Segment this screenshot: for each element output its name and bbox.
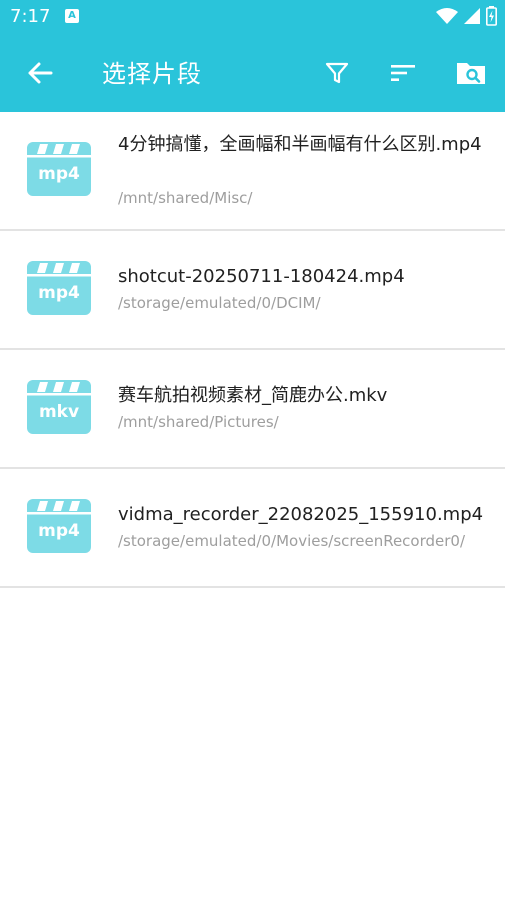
sort-icon [391, 65, 415, 81]
file-path: /mnt/shared/Pictures/ [118, 413, 279, 431]
sort-button[interactable] [386, 56, 420, 90]
status-icons [436, 6, 497, 26]
file-name: 赛车航拍视频素材_简鹿办公.mkv [118, 385, 388, 406]
file-type-label: mp4 [38, 521, 80, 541]
battery-icon [486, 6, 497, 26]
file-path: /mnt/shared/Misc/ [118, 189, 253, 207]
filter-icon [325, 62, 349, 84]
file-list: mp4 4分钟搞懂，全画幅和半画幅有什么区别.mp4 /mnt/shared/M… [0, 112, 505, 588]
folder-search-button[interactable] [454, 56, 488, 90]
video-file-icon: mp4 [27, 142, 91, 196]
file-path: /storage/emulated/0/DCIM/ [118, 294, 321, 312]
file-type-label: mp4 [38, 283, 80, 303]
list-item[interactable]: mp4 shotcut-20250711-180424.mp4 /storage… [0, 231, 505, 350]
file-path: /storage/emulated/0/Movies/screenRecorde… [118, 532, 466, 550]
list-item[interactable]: mkv 赛车航拍视频素材_简鹿办公.mkv /mnt/shared/Pictur… [0, 350, 505, 469]
wifi-icon [436, 8, 458, 24]
file-type-label: mp4 [38, 164, 80, 184]
status-time: 7:17 [10, 6, 51, 27]
video-file-icon: mp4 [27, 261, 91, 315]
notification-a-icon: A [65, 9, 79, 23]
filter-button[interactable] [320, 56, 354, 90]
video-file-icon: mp4 [27, 499, 91, 553]
file-name: shotcut-20250711-180424.mp4 [118, 266, 405, 287]
app-bar: 选择片段 [0, 34, 505, 112]
back-button[interactable] [24, 57, 56, 89]
status-bar: 7:17 A [0, 0, 505, 34]
file-name: vidma_recorder_22082025_155910.mp4 [118, 504, 484, 525]
signal-icon [464, 8, 480, 24]
back-arrow-icon [28, 62, 53, 84]
file-type-label: mkv [38, 402, 80, 422]
list-item[interactable]: mp4 4分钟搞懂，全画幅和半画幅有什么区别.mp4 /mnt/shared/M… [0, 112, 505, 231]
folder-search-icon [457, 63, 485, 84]
file-name: 4分钟搞懂，全画幅和半画幅有什么区别.mp4 [118, 134, 482, 155]
list-item[interactable]: mp4 vidma_recorder_22082025_155910.mp4 /… [0, 469, 505, 588]
page-title: 选择片段 [102, 60, 202, 88]
video-file-icon: mkv [27, 380, 91, 434]
